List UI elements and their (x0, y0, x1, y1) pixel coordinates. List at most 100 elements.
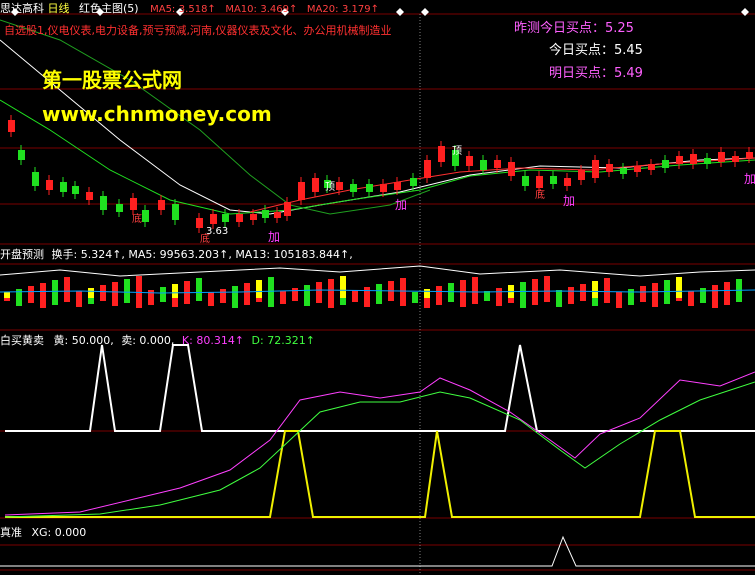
panel3-header: 白买黄卖 黄: 50.000, 卖: 0.000, K: 80.314↑ D: … (0, 332, 315, 348)
watermark-url: www.chnmoney.com (42, 102, 272, 126)
p2-bar-top-49 (592, 281, 598, 298)
panel4-xg: XG: 0.000 (31, 526, 87, 539)
ma20-label: MA20: (306, 4, 339, 15)
candle-body-6 (86, 192, 93, 200)
candle-body-2 (32, 172, 39, 186)
p2-bar-top-39 (472, 277, 478, 298)
p2-bar-bottom-25 (304, 298, 310, 306)
candle-body-7 (100, 196, 107, 210)
p2-bar-bottom-46 (556, 298, 562, 307)
candle-body-44 (620, 168, 627, 174)
p2-bar-top-52 (628, 289, 634, 298)
p2-bar-bottom-9 (112, 298, 118, 306)
di-label-2: 底 (200, 234, 210, 245)
candle-body-20 (284, 202, 291, 216)
p2-bar-bottom-53 (640, 298, 646, 302)
candle-body-40 (564, 178, 571, 186)
p2-bar-bottom-16 (196, 298, 202, 301)
panel4-header: 真准 XG: 0.000 (0, 524, 86, 540)
p2-bar-bottom-1 (16, 298, 22, 306)
candle-body-10 (142, 210, 149, 222)
p2-bar-top-1 (16, 289, 22, 298)
di-label-1: 底 (132, 214, 142, 225)
p2-bar-top-4 (52, 280, 58, 298)
candle-body-3 (46, 180, 53, 190)
ma10-label: MA10: (225, 4, 257, 15)
panel4-title[interactable]: 真准 (0, 526, 22, 539)
p2-bar-top-5 (64, 277, 70, 298)
p2-bar-bottom-38 (460, 298, 466, 307)
candle-body-16 (236, 214, 243, 222)
candle-body-1 (18, 150, 25, 160)
watermark-title: 第一股票公式网 (42, 68, 182, 92)
p2-bar-bottom-48 (580, 298, 586, 301)
p2-bar-bottom-59 (712, 298, 718, 308)
candle-body-11 (158, 200, 165, 210)
p2-bar-bottom-12 (148, 298, 154, 305)
candle-body-27 (380, 184, 387, 192)
candle-body-39 (550, 176, 557, 184)
p2-bar-bottom-0 (4, 298, 10, 301)
p2-bar-top-56 (676, 277, 682, 298)
top-header: 思达高科 日线 红色主图(5) MA5: 3.518↑ MA10: 3.469↑… (0, 0, 379, 16)
candle-body-25 (350, 184, 357, 192)
p2-bar-top-38 (460, 280, 466, 298)
p2-bar-bottom-44 (532, 298, 538, 305)
p2-bar-top-14 (172, 284, 178, 298)
p2-bar-top-58 (700, 288, 706, 298)
p2-bar-top-34 (412, 292, 418, 298)
candle-body-31 (438, 146, 445, 162)
p2-bar-bottom-37 (448, 298, 454, 302)
p2-bar-top-30 (364, 287, 370, 298)
candle-body-49 (690, 154, 697, 164)
period-label[interactable]: 日线 (48, 2, 70, 15)
candle-body-46 (648, 164, 655, 170)
p2-bar-top-54 (652, 283, 658, 298)
candle-body-12 (172, 204, 179, 220)
p2-bar-top-47 (568, 287, 574, 298)
p2-bar-top-18 (220, 289, 226, 298)
p2-bar-bottom-34 (412, 298, 418, 303)
p2-bar-bottom-45 (544, 298, 550, 302)
indicator-name[interactable]: 红色主图(5) (79, 2, 139, 15)
p2-bar-top-25 (304, 285, 310, 298)
panel3-huang: 黄: 50.000, (53, 334, 114, 347)
p2-bar-top-61 (736, 279, 742, 298)
candle-body-33 (466, 156, 473, 166)
p2-bar-top-45 (544, 276, 550, 298)
p2-bar-bottom-14 (172, 298, 178, 307)
p2-bar-bottom-33 (400, 298, 406, 306)
stock-name[interactable]: 思达高科 (0, 2, 44, 15)
p2-bar-top-20 (244, 283, 250, 298)
p2-bar-bottom-6 (76, 298, 82, 307)
ma10-value: 3.469↑ (260, 4, 298, 15)
p2-bar-top-51 (616, 292, 622, 298)
ma5-label: MA5: (150, 4, 176, 15)
p2-bar-bottom-28 (340, 298, 346, 305)
candle-body-50 (704, 158, 711, 164)
p2-bar-bottom-31 (376, 298, 382, 304)
p2-bar-bottom-4 (52, 298, 58, 305)
p2-bar-top-6 (76, 291, 82, 298)
p2-bar-top-0 (4, 292, 10, 298)
p3-k-line (4, 371, 755, 516)
candle-body-35 (494, 160, 501, 168)
ding-label-1: 顶 (325, 182, 335, 193)
buy-point-today: 今日买点：5.45 (549, 43, 643, 58)
p2-bar-top-9 (112, 282, 118, 298)
candle-body-53 (746, 152, 753, 158)
candle-body-5 (72, 186, 79, 194)
candle-body-15 (222, 214, 229, 222)
p2-bar-top-27 (328, 279, 334, 298)
candle-body-22 (312, 178, 319, 192)
p2-bar-bottom-35 (424, 298, 430, 308)
p2-bar-top-17 (208, 292, 214, 298)
panel2-title[interactable]: 开盘预测 (0, 248, 44, 261)
candle-body-26 (366, 184, 373, 192)
candle-body-4 (60, 182, 67, 192)
panel3-title[interactable]: 白买黄卖 (0, 334, 44, 347)
p2-bar-bottom-41 (496, 298, 502, 306)
candle-body-24 (336, 182, 343, 190)
p2-bar-top-32 (388, 281, 394, 298)
p2-bar-top-10 (124, 279, 130, 298)
